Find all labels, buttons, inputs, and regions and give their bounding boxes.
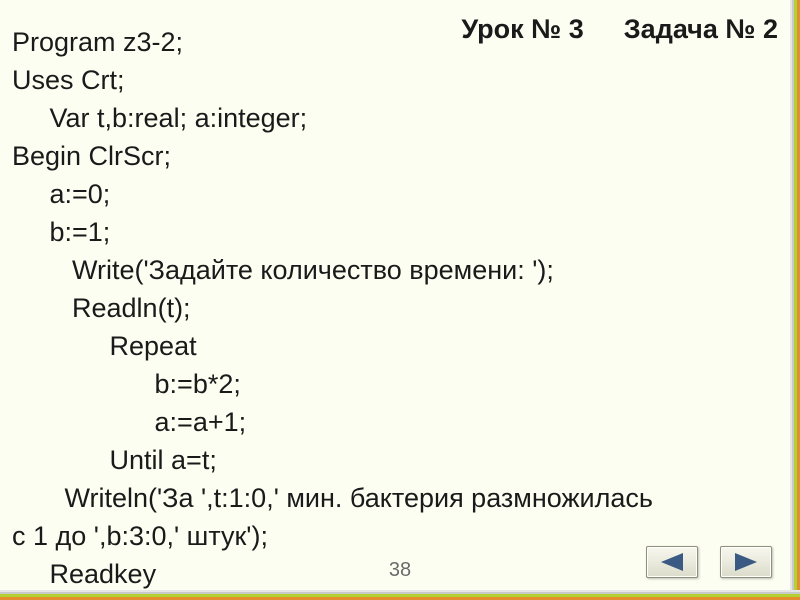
arrow-left-icon	[661, 553, 683, 571]
decorative-border-bottom	[0, 590, 800, 600]
code-block: Program z3-2; Uses Crt; Var t,b:real; a:…	[12, 23, 780, 600]
slide: Урок № 3 Задача № 2 Program z3-2; Uses C…	[0, 0, 800, 600]
decorative-border-right	[790, 0, 800, 600]
prev-button[interactable]	[646, 546, 698, 578]
next-button[interactable]	[720, 546, 772, 578]
arrow-right-icon	[735, 553, 757, 571]
nav-buttons	[646, 546, 772, 578]
